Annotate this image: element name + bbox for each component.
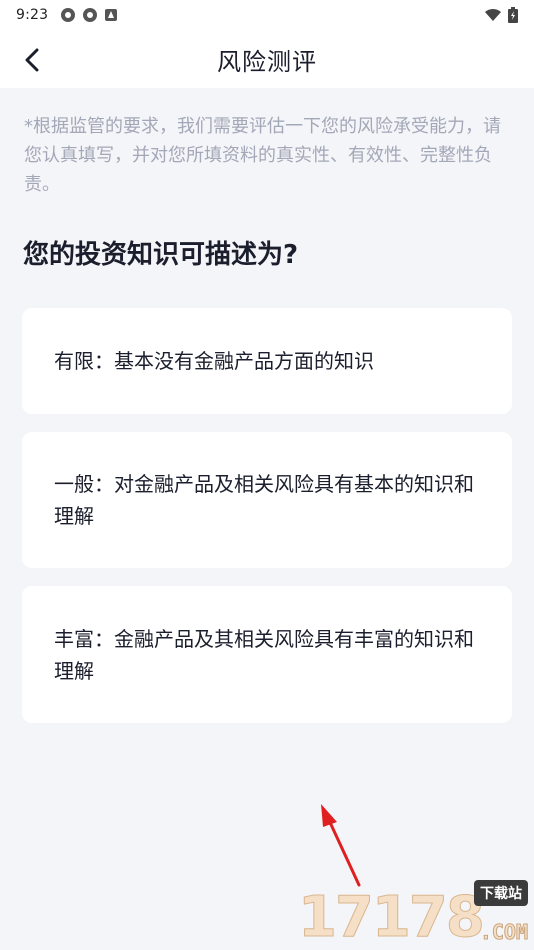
page-title: 风险测评 [217, 47, 317, 76]
option-limited[interactable]: 有限：基本没有金融产品方面的知识 [22, 308, 512, 414]
wifi-icon [485, 8, 501, 21]
status-icons-left [60, 7, 118, 23]
question-title: 您的投资知识可描述为? [23, 240, 299, 270]
back-arrow-icon [25, 48, 39, 72]
settings-icon [61, 8, 76, 22]
option-rich[interactable]: 丰富：金融产品及其相关风险具有丰富的知识和理解 [22, 586, 512, 723]
back-button[interactable] [14, 42, 50, 78]
option-label: 有限：基本没有金融产品方面的知识 [54, 349, 374, 373]
status-icons-right [484, 7, 518, 23]
option-label: 丰富：金融产品及其相关风险具有丰富的知识和理解 [54, 626, 474, 683]
watermark-suffix: .COM [479, 920, 528, 945]
watermark-digits: 17178 [298, 885, 486, 950]
option-general[interactable]: 一般：对金融产品及相关风险具有基本的知识和理解 [22, 432, 512, 568]
status-bar: 9:23 [0, 0, 534, 30]
settings-icon [83, 8, 98, 22]
regulatory-notice: *根据监管的要求，我们需要评估一下您的风险承受能力，请您认真填写，并对您所填资料… [24, 116, 501, 195]
status-time: 9:23 [16, 7, 49, 23]
option-label: 一般：对金融产品及相关风险具有基本的知识和理解 [54, 472, 474, 528]
battery-icon [508, 7, 518, 23]
app-notification-icon [105, 9, 118, 21]
watermark-badge: 下载站 [474, 880, 528, 906]
site-watermark: 17178 下载站 .COM [298, 880, 529, 950]
nav-bar: 风险测评 [0, 30, 534, 88]
